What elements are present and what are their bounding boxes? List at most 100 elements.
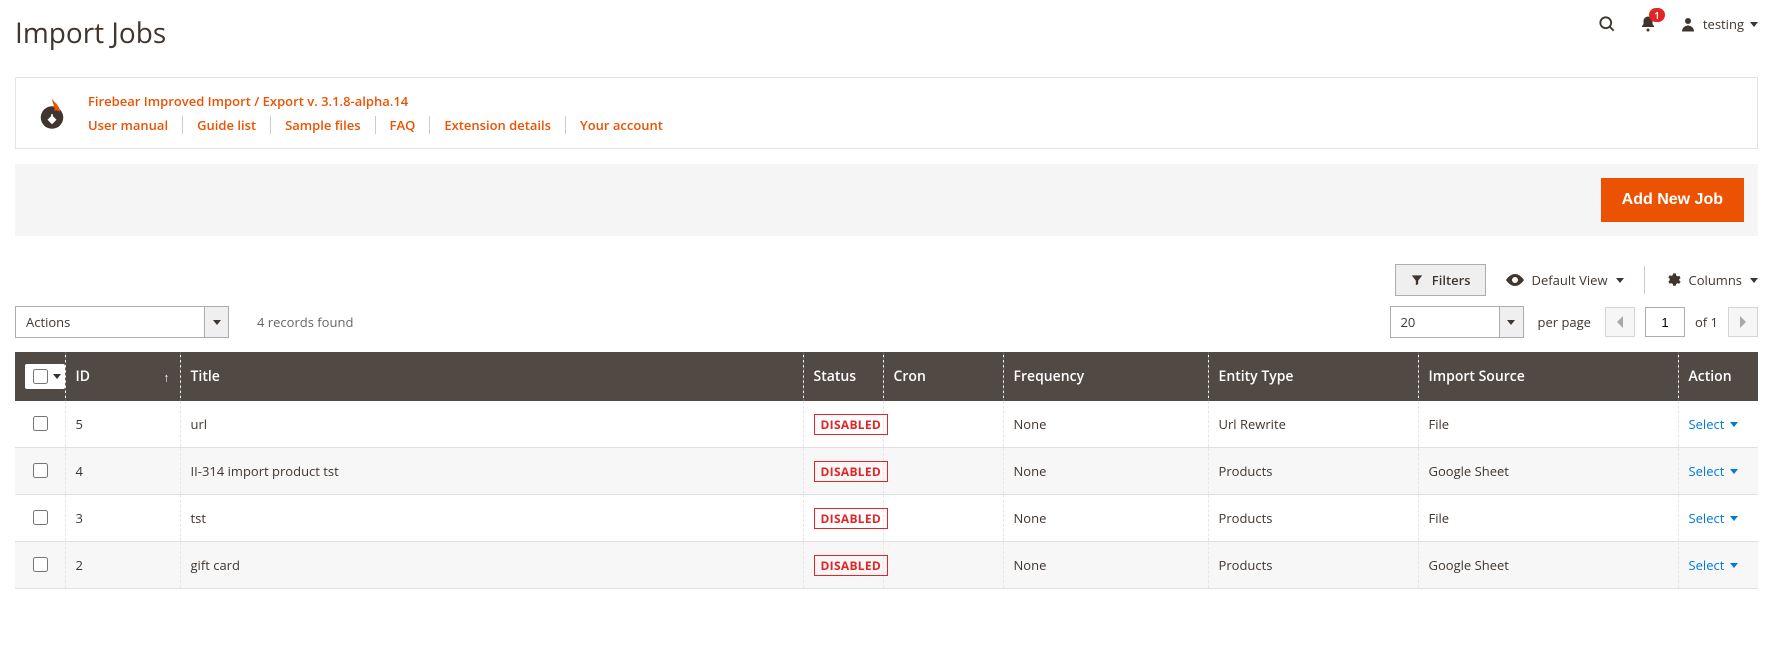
- cell-status: DISABLED: [803, 448, 883, 495]
- col-header-frequency-label: Frequency: [1014, 367, 1085, 386]
- user-menu[interactable]: testing: [1679, 15, 1758, 33]
- cell-cron: [883, 495, 1003, 542]
- col-header-status-label: Status: [814, 367, 857, 386]
- search-icon[interactable]: [1597, 14, 1617, 34]
- cell-source: Google Sheet: [1418, 542, 1678, 589]
- cell-entity: Products: [1208, 448, 1418, 495]
- col-header-title-label: Title: [191, 367, 220, 386]
- col-header-select-all[interactable]: [15, 352, 65, 401]
- default-view-label: Default View: [1532, 271, 1608, 289]
- chevron-down-icon: [1750, 22, 1758, 27]
- cell-entity: Products: [1208, 542, 1418, 589]
- cell-source: Google Sheet: [1418, 448, 1678, 495]
- cell-title: II-314 import product tst: [180, 448, 803, 495]
- col-header-entity[interactable]: Entity Type: [1208, 352, 1418, 401]
- add-new-job-button[interactable]: Add New Job: [1601, 178, 1744, 222]
- row-action-label: Select: [1689, 509, 1725, 527]
- cell-title: url: [180, 401, 803, 448]
- cell-status: DISABLED: [803, 401, 883, 448]
- cell-action: Select: [1678, 448, 1758, 495]
- row-action-select[interactable]: Select: [1689, 415, 1739, 433]
- bulk-actions-toggle[interactable]: [205, 306, 229, 338]
- row-action-select[interactable]: Select: [1689, 462, 1739, 480]
- col-header-cron[interactable]: Cron: [883, 352, 1003, 401]
- select-all-checkbox[interactable]: [33, 369, 48, 384]
- bulk-actions-label: Actions: [15, 306, 205, 338]
- table-row: 5 url DISABLED None Url Rewrite File Sel…: [15, 401, 1758, 448]
- col-header-id[interactable]: ID ↑: [65, 352, 180, 401]
- row-checkbox[interactable]: [33, 557, 48, 572]
- link-faq[interactable]: FAQ: [375, 116, 430, 134]
- eye-icon: [1506, 273, 1524, 287]
- firebear-logo-icon: [34, 95, 70, 131]
- row-checkbox[interactable]: [33, 463, 48, 478]
- col-header-id-label: ID: [76, 367, 91, 386]
- col-header-action-label: Action: [1689, 367, 1732, 386]
- bulk-actions-select[interactable]: Actions: [15, 306, 229, 338]
- columns-selector[interactable]: Columns: [1665, 267, 1758, 293]
- chevron-right-icon: [1739, 316, 1747, 328]
- table-row: 4 II-314 import product tst DISABLED Non…: [15, 448, 1758, 495]
- col-header-entity-label: Entity Type: [1219, 367, 1294, 386]
- row-checkbox[interactable]: [33, 510, 48, 525]
- columns-label: Columns: [1689, 271, 1742, 289]
- col-header-action[interactable]: Action: [1678, 352, 1758, 401]
- cell-action: Select: [1678, 401, 1758, 448]
- cell-entity: Url Rewrite: [1208, 401, 1418, 448]
- jobs-table: ID ↑ Title Status Cron Frequency Entity …: [15, 352, 1758, 589]
- page-title: Import Jobs: [15, 14, 166, 52]
- chevron-down-icon: [1730, 469, 1738, 474]
- extension-title: Firebear Improved Import / Export v. 3.1…: [88, 92, 677, 110]
- link-your-account[interactable]: Your account: [565, 116, 677, 134]
- table-row: 3 tst DISABLED None Products File Select: [15, 495, 1758, 542]
- pager-next-button[interactable]: [1728, 307, 1758, 337]
- per-page-label: per page: [1538, 313, 1591, 331]
- cell-source: File: [1418, 495, 1678, 542]
- link-extension-details[interactable]: Extension details: [429, 116, 565, 134]
- row-action-select[interactable]: Select: [1689, 509, 1739, 527]
- user-icon: [1679, 15, 1697, 33]
- cell-frequency: None: [1003, 448, 1208, 495]
- col-header-status[interactable]: Status: [803, 352, 883, 401]
- filters-label: Filters: [1432, 271, 1471, 289]
- pager-prev-button[interactable]: [1605, 307, 1635, 337]
- chevron-down-icon: [1750, 278, 1758, 283]
- col-header-title[interactable]: Title: [180, 352, 803, 401]
- row-checkbox[interactable]: [33, 416, 48, 431]
- col-header-source[interactable]: Import Source: [1418, 352, 1678, 401]
- cell-status: DISABLED: [803, 495, 883, 542]
- status-badge: DISABLED: [814, 414, 889, 435]
- per-page-toggle[interactable]: [1500, 306, 1524, 338]
- status-badge: DISABLED: [814, 461, 889, 482]
- cell-source: File: [1418, 401, 1678, 448]
- table-row: 2 gift card DISABLED None Products Googl…: [15, 542, 1758, 589]
- default-view-selector[interactable]: Default View: [1506, 267, 1624, 293]
- cell-frequency: None: [1003, 495, 1208, 542]
- notifications-icon[interactable]: 1: [1639, 14, 1657, 34]
- cell-id: 4: [65, 448, 180, 495]
- records-found-label: 4 records found: [257, 313, 353, 331]
- col-header-frequency[interactable]: Frequency: [1003, 352, 1208, 401]
- per-page-select[interactable]: 20: [1390, 306, 1524, 338]
- funnel-icon: [1410, 273, 1424, 287]
- cell-action: Select: [1678, 495, 1758, 542]
- pager-total: of 1: [1695, 313, 1718, 331]
- chevron-down-icon: [1507, 320, 1515, 325]
- sort-asc-icon: ↑: [164, 368, 170, 385]
- link-user-manual[interactable]: User manual: [88, 116, 182, 134]
- pager-page-input[interactable]: [1645, 307, 1685, 337]
- notifications-badge: 1: [1649, 8, 1665, 22]
- toolbar-separator: [1644, 266, 1645, 294]
- row-action-select[interactable]: Select: [1689, 556, 1739, 574]
- cell-id: 3: [65, 495, 180, 542]
- filters-button[interactable]: Filters: [1395, 264, 1486, 296]
- user-name: testing: [1703, 15, 1744, 33]
- primary-action-bar: Add New Job: [15, 164, 1758, 236]
- cell-title: gift card: [180, 542, 803, 589]
- header-actions: 1 testing: [1597, 10, 1758, 34]
- grid-toolbar: Filters Default View Columns: [15, 264, 1758, 296]
- link-guide-list[interactable]: Guide list: [182, 116, 270, 134]
- cell-id: 2: [65, 542, 180, 589]
- link-sample-files[interactable]: Sample files: [270, 116, 374, 134]
- cell-action: Select: [1678, 542, 1758, 589]
